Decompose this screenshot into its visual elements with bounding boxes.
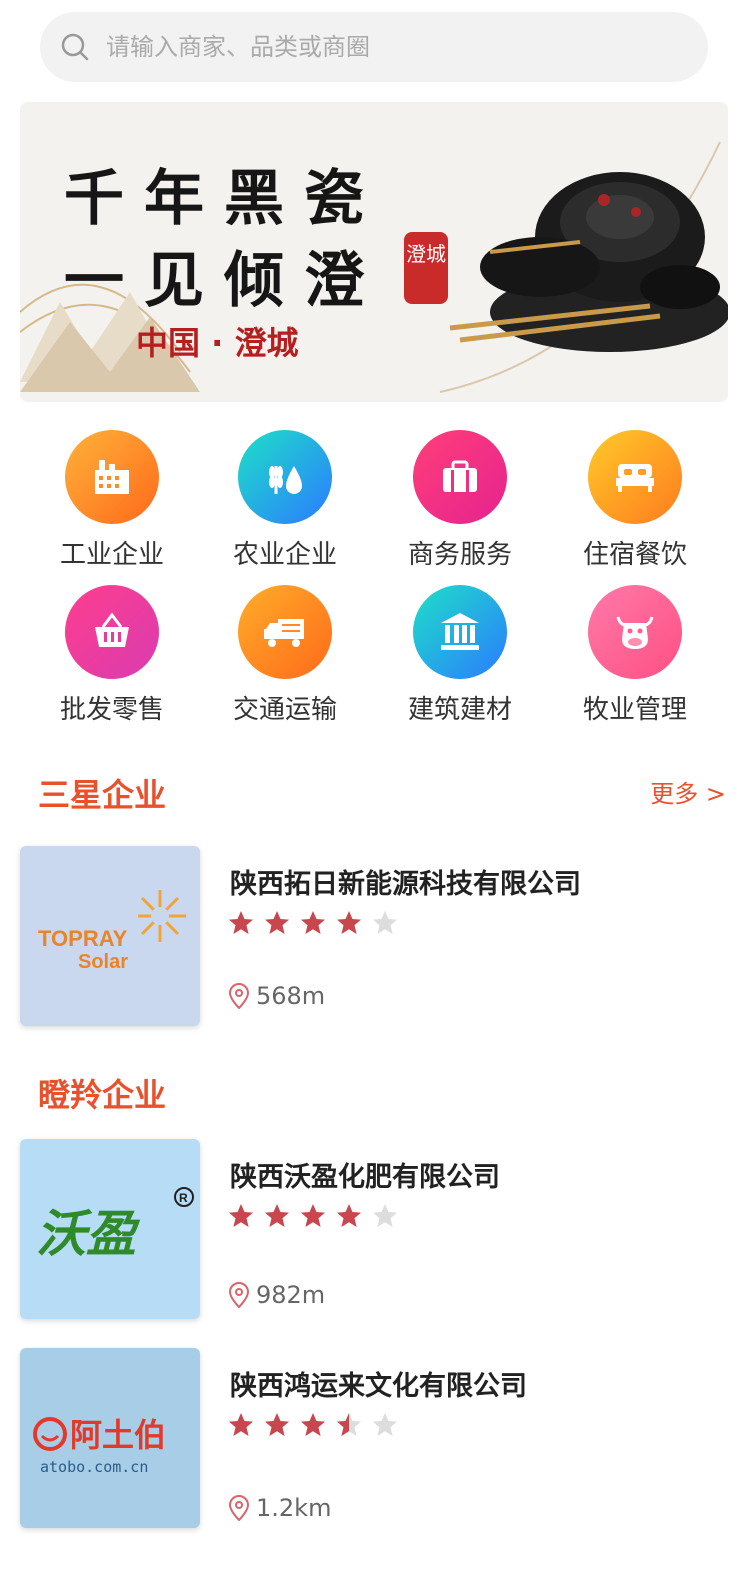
basket-icon [65,585,159,679]
distance-text: 982m [256,1281,326,1309]
star-full-icon [229,1413,253,1436]
category-label: 批发零售 [59,695,164,725]
star-full-icon [301,1204,325,1227]
banner-seal: 澄城 [404,232,448,304]
company-card[interactable]: 沃盈 R 陕西沃盈化肥有限公司 982m [20,1139,730,1319]
category-label: 建筑建材 [407,695,512,725]
logo-text-sub: Solar [78,951,128,973]
company-logo: TOPRAY Solar [20,846,200,1026]
briefcase-icon [413,430,507,524]
category-label: 牧业管理 [582,695,687,725]
category-label: 农业企业 [232,540,337,570]
company-name: 陕西拓日新能源科技有限公司 [230,869,581,900]
category-label: 住宿餐饮 [582,540,687,570]
rating-stars [228,1203,398,1229]
search-icon [61,33,89,61]
category-agriculture[interactable]: 农业企业 [200,430,370,571]
star-full-icon [301,1413,325,1436]
more-link[interactable]: 更多 > [650,774,726,809]
star-full-icon [265,911,289,934]
category-label: 交通运输 [232,695,337,725]
star-empty-icon [373,1204,397,1227]
location-pin-icon [228,983,250,1009]
banner-location: 中国 · 澄城 [136,324,299,362]
location-pin-icon [228,1282,250,1308]
bank-building-icon [413,585,507,679]
rating-stars [228,1412,398,1438]
search-bar[interactable] [40,12,708,82]
company-logo: 沃盈 R [20,1139,200,1319]
search-input[interactable] [106,33,666,61]
star-half-icon [337,1413,361,1436]
category-label: 商务服务 [407,540,512,570]
location-pin-icon [228,1495,250,1521]
promo-banner[interactable]: 千年黑瓷 一见倾澄 澄城 中国 · 澄城 [20,102,728,402]
star-full-icon [337,1204,361,1227]
company-distance: 1.2km [228,1494,331,1522]
logo-text-main: TOPRAY [38,926,128,951]
company-logo: 阿土伯 atobo.com.cn [20,1348,200,1528]
distance-text: 568m [256,982,326,1010]
distance-text: 1.2km [256,1494,332,1522]
star-empty-icon [373,1413,397,1436]
star-full-icon [301,911,325,934]
star-empty-icon [373,911,397,934]
rating-stars [228,910,398,936]
company-distance: 568m [228,982,325,1010]
logo-text-sub: atobo.com.cn [40,1458,148,1476]
logo-text-main: 阿土伯 [70,1416,166,1454]
section-title-leading: 瞪羚企业 [38,1076,167,1114]
banner-headline-2: 一见倾澄 [64,246,384,316]
category-retail[interactable]: 批发零售 [27,585,197,726]
wheat-drop-icon [238,430,332,524]
truck-icon [238,585,332,679]
company-distance: 982m [228,1281,325,1309]
category-construction[interactable]: 建筑建材 [375,585,545,726]
star-full-icon [265,1413,289,1436]
section-title-three-star: 三星企业 [38,776,167,814]
star-full-icon [229,1204,253,1227]
star-full-icon [229,911,253,934]
category-lodging[interactable]: 住宿餐饮 [550,430,720,571]
category-label: 工业企业 [59,540,164,570]
company-card[interactable]: 阿土伯 atobo.com.cn 陕西鸿运来文化有限公司 1.2km [20,1348,730,1528]
category-industrial[interactable]: 工业企业 [27,430,197,571]
cow-icon [588,585,682,679]
svg-text:R: R [179,1191,188,1205]
category-transport[interactable]: 交通运输 [200,585,370,726]
logo-text-main: 沃盈 [36,1205,141,1263]
factory-icon [65,430,159,524]
company-card[interactable]: TOPRAY Solar 陕西拓日新能源科技有限公司 568m [20,846,730,1026]
banner-headline-1: 千年黑瓷 [64,164,384,234]
category-livestock[interactable]: 牧业管理 [550,585,720,726]
category-business[interactable]: 商务服务 [375,430,545,571]
company-name: 陕西沃盈化肥有限公司 [230,1162,500,1193]
star-full-icon [337,911,361,934]
company-name: 陕西鸿运来文化有限公司 [230,1371,527,1402]
star-full-icon [265,1204,289,1227]
bed-icon [588,430,682,524]
